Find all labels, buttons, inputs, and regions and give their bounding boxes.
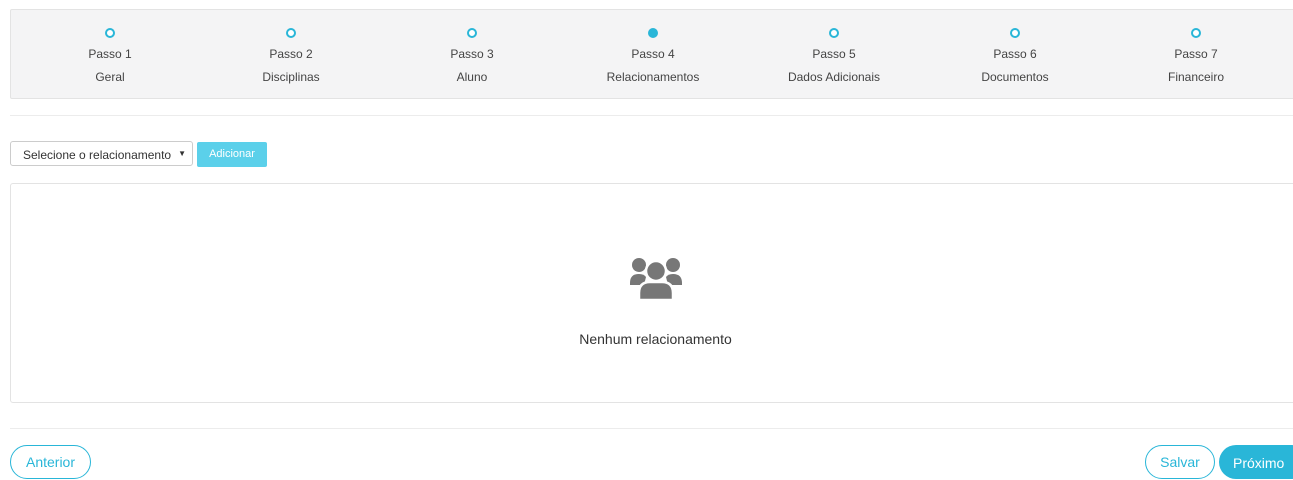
add-relationship-button[interactable]: Adicionar <box>197 142 267 167</box>
step-number: Passo 4 <box>631 47 675 61</box>
step-name: Relacionamentos <box>606 70 700 84</box>
divider <box>10 115 1293 116</box>
step-5[interactable]: Passo 5 Dados Adicionais <box>744 10 924 98</box>
relationship-select-value: Selecione o relacionamento <box>23 148 172 162</box>
previous-button[interactable]: Anterior <box>10 445 91 479</box>
step-name: Aluno <box>456 70 488 84</box>
step-4[interactable]: Passo 4 Relacionamentos <box>563 10 743 98</box>
step-indicator-active-icon <box>648 28 658 38</box>
relationship-select[interactable]: Selecione o relacionamento ▼ <box>10 141 193 166</box>
save-button[interactable]: Salvar <box>1145 445 1215 479</box>
step-name: Financeiro <box>1167 70 1225 84</box>
step-indicator-icon <box>467 28 477 38</box>
users-icon <box>630 258 682 301</box>
step-indicator-icon <box>1010 28 1020 38</box>
step-6[interactable]: Passo 6 Documentos <box>925 10 1105 98</box>
step-number: Passo 2 <box>269 47 313 61</box>
step-number: Passo 6 <box>993 47 1037 61</box>
step-name: Documentos <box>981 70 1049 84</box>
step-name: Geral <box>95 70 125 84</box>
step-1[interactable]: Passo 1 Geral <box>20 10 200 98</box>
step-number: Passo 1 <box>88 47 132 61</box>
step-indicator-icon <box>829 28 839 38</box>
step-name: Dados Adicionais <box>787 70 881 84</box>
step-2[interactable]: Passo 2 Disciplinas <box>201 10 381 98</box>
step-number: Passo 7 <box>1174 47 1218 61</box>
step-name: Disciplinas <box>262 70 320 84</box>
step-indicator-icon <box>286 28 296 38</box>
step-7[interactable]: Passo 7 Financeiro <box>1106 10 1286 98</box>
step-number: Passo 3 <box>450 47 494 61</box>
empty-state-text: Nenhum relacionamento <box>579 331 732 347</box>
step-3[interactable]: Passo 3 Aluno <box>382 10 562 98</box>
divider <box>10 428 1293 429</box>
caret-down-icon: ▼ <box>178 149 186 158</box>
step-number: Passo 5 <box>812 47 856 61</box>
wizard-stepper: Passo 1 Geral Passo 2 Disciplinas Passo … <box>10 9 1293 99</box>
step-indicator-icon <box>1191 28 1201 38</box>
step-indicator-icon <box>105 28 115 38</box>
next-button[interactable]: Próximo <box>1219 445 1293 479</box>
